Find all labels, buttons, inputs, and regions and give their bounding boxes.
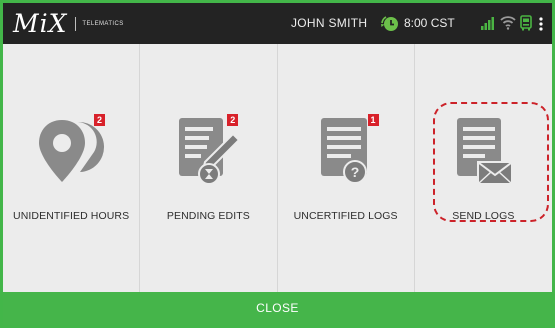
status-bar: MiX TELEMATICS JOHN SMITH 8:00 CST — [3, 3, 552, 44]
send-log-icon — [457, 118, 514, 185]
tile-label-send-logs: SEND LOGS — [452, 210, 515, 222]
unidentified-hours-badge: 2 — [94, 114, 105, 126]
log-action-panels: 2 UNIDENTIFIED HOURS 2 PENDING EDITS ? 1… — [3, 44, 552, 292]
pending-edits-badge: 2 — [227, 114, 239, 126]
logo-mark: MiX — [13, 9, 68, 38]
tile-label-pending-edits: PENDING EDITS — [166, 210, 250, 222]
clock-time: 8:00 CST — [404, 16, 455, 30]
svg-text:?: ? — [350, 164, 359, 180]
status-clock-icon[interactable] — [380, 14, 399, 33]
driver-name: JOHN SMITH — [291, 16, 368, 30]
logo-separator — [75, 17, 77, 31]
tile-label-uncertified-logs: UNCERTIFIED LOGS — [293, 210, 398, 222]
tile-uncertified-logs[interactable]: ? 1 UNCERTIFIED LOGS — [277, 44, 415, 292]
tile-label-unidentified-hours: UNIDENTIFIED HOURS — [13, 210, 130, 222]
tile-unidentified-hours[interactable]: 2 UNIDENTIFIED HOURS — [3, 44, 141, 292]
uncertified-logs-badge: 1 — [367, 114, 379, 126]
signal-icon — [481, 17, 494, 30]
tile-pending-edits[interactable]: 2 PENDING EDITS — [140, 44, 278, 292]
truck-icon — [520, 15, 532, 31]
tile-send-logs[interactable]: SEND LOGS — [414, 44, 552, 292]
logo-subtext: TELEMATICS — [82, 21, 124, 27]
close-button[interactable]: CLOSE — [3, 292, 552, 325]
mix-telematics-logo: MiX TELEMATICS — [13, 10, 124, 38]
menu-icon[interactable] — [536, 16, 546, 32]
wifi-icon — [500, 16, 516, 30]
